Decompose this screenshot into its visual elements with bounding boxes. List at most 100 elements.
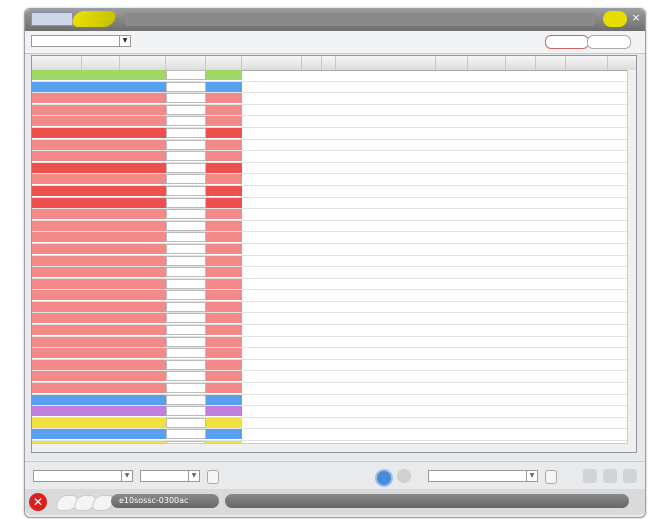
table-row[interactable] (32, 255, 628, 268)
table-cell (302, 360, 322, 370)
table-row[interactable] (32, 70, 628, 82)
table-cell (82, 116, 120, 127)
table-row[interactable] (32, 174, 628, 186)
table-cell (242, 140, 302, 150)
chevron-down-icon[interactable]: ▼ (526, 471, 537, 481)
table-row[interactable] (32, 325, 628, 337)
table-cell (566, 105, 608, 115)
title-bar[interactable]: × (25, 9, 645, 31)
table-cell (206, 70, 242, 80)
view-select[interactable]: ▼ (428, 470, 538, 482)
table-row[interactable] (32, 301, 628, 314)
table-row[interactable] (32, 185, 628, 198)
table-row[interactable] (32, 290, 628, 302)
column-header[interactable] (206, 56, 242, 70)
column-header[interactable] (302, 56, 322, 70)
table-row[interactable] (32, 162, 628, 175)
table-cell (82, 162, 120, 173)
apply-button[interactable] (545, 470, 557, 484)
table-row[interactable] (32, 371, 628, 384)
table-cell (302, 186, 322, 196)
table-row[interactable] (32, 81, 628, 94)
table-row[interactable] (32, 429, 628, 441)
team-select[interactable]: ▼ (33, 470, 133, 482)
column-header[interactable] (506, 56, 536, 70)
chevron-down-icon[interactable]: ▼ (119, 36, 130, 46)
table-cell (82, 151, 120, 162)
table-cell (436, 128, 468, 138)
table-row[interactable] (32, 243, 628, 256)
table-cell (566, 198, 608, 208)
table-row[interactable] (32, 278, 628, 291)
second-select[interactable]: ▼ (140, 470, 200, 482)
table-row[interactable] (32, 127, 628, 140)
column-header[interactable] (468, 56, 506, 70)
table-cell (468, 186, 506, 196)
table-cell (242, 325, 302, 335)
table-cell (536, 244, 566, 254)
settings-icon[interactable] (623, 469, 637, 483)
table-row[interactable] (32, 151, 628, 163)
sound-icon[interactable] (583, 469, 597, 483)
table-row[interactable] (32, 406, 628, 418)
table-row[interactable] (32, 220, 628, 233)
table-row[interactable] (32, 313, 628, 326)
table-row[interactable] (32, 104, 628, 117)
chevron-down-icon[interactable]: ▼ (121, 471, 132, 481)
table-row[interactable] (32, 267, 628, 279)
column-header[interactable] (82, 56, 120, 70)
table-row[interactable] (32, 209, 628, 221)
error-icon[interactable]: ✕ (29, 493, 47, 511)
table-row[interactable] (32, 139, 628, 152)
table-cell (32, 81, 82, 92)
table-row[interactable] (32, 93, 628, 105)
column-header[interactable] (322, 56, 336, 70)
table-cell (436, 244, 468, 254)
user-icon[interactable] (603, 469, 617, 483)
table-cell (206, 348, 242, 359)
table-row[interactable] (32, 336, 628, 349)
filter-select[interactable]: ▼ (31, 35, 131, 47)
table-row[interactable] (32, 359, 628, 372)
vertical-scrollbar[interactable] (627, 70, 636, 452)
table-cell (468, 371, 506, 381)
table-row[interactable] (32, 348, 628, 360)
table-cell (468, 82, 506, 92)
record-icon[interactable] (375, 469, 393, 487)
column-header[interactable] (32, 56, 82, 70)
table-cell (336, 429, 436, 439)
column-header[interactable] (566, 56, 608, 70)
close-icon[interactable]: × (630, 12, 642, 24)
toolbar-button-a[interactable] (545, 35, 589, 49)
column-header[interactable] (336, 56, 436, 70)
table-cell (120, 220, 166, 231)
table-cell (536, 174, 566, 184)
horizontal-scrollbar[interactable] (32, 443, 628, 452)
table-row[interactable] (32, 232, 628, 244)
table-cell (468, 418, 506, 428)
column-header[interactable] (536, 56, 566, 70)
table-row[interactable] (32, 417, 628, 430)
table-row[interactable] (32, 116, 628, 128)
toolbar-button-b[interactable] (587, 35, 631, 49)
table-cell (436, 429, 468, 439)
column-header[interactable] (120, 56, 166, 70)
column-header[interactable] (242, 56, 302, 70)
chevron-down-icon[interactable]: ▼ (188, 471, 199, 481)
table-cell (566, 279, 608, 289)
table-row[interactable] (32, 197, 628, 210)
table-cell (322, 325, 336, 335)
table-row[interactable] (32, 394, 628, 407)
refresh-button[interactable] (207, 470, 219, 484)
column-header[interactable] (436, 56, 468, 70)
play-icon[interactable] (397, 469, 411, 483)
table-cell (436, 290, 468, 300)
column-header[interactable] (166, 56, 206, 70)
table-cell (120, 267, 166, 278)
table-cell (166, 232, 206, 243)
table-cell (322, 105, 336, 115)
table-cell (506, 82, 536, 92)
table-row[interactable] (32, 383, 628, 395)
table-cell (322, 151, 336, 161)
table-cell (302, 383, 322, 393)
